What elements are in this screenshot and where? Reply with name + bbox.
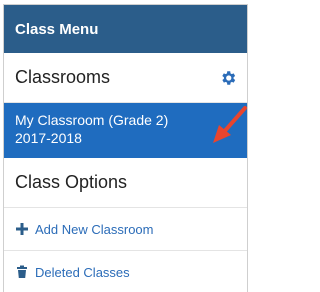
deleted-classes-label: Deleted Classes bbox=[35, 264, 130, 280]
classroom-item-selected[interactable]: My Classroom (Grade 2) 2017-2018 bbox=[4, 103, 247, 158]
deleted-classes-link[interactable]: Deleted Classes bbox=[4, 251, 247, 292]
trash-icon bbox=[15, 265, 29, 279]
red-arrow-icon bbox=[213, 106, 247, 143]
classrooms-header: Classrooms bbox=[4, 53, 247, 103]
menu-title: Class Menu bbox=[4, 5, 247, 53]
gear-icon[interactable] bbox=[219, 69, 237, 87]
add-new-classroom-link[interactable]: Add New Classroom bbox=[4, 208, 247, 251]
class-options-heading: Class Options bbox=[4, 158, 247, 208]
add-new-classroom-label: Add New Classroom bbox=[35, 221, 154, 237]
classrooms-heading: Classrooms bbox=[15, 67, 111, 87]
class-menu-panel: Class Menu Classrooms My Classroom (Grad… bbox=[3, 4, 248, 292]
plus-icon bbox=[15, 222, 29, 236]
